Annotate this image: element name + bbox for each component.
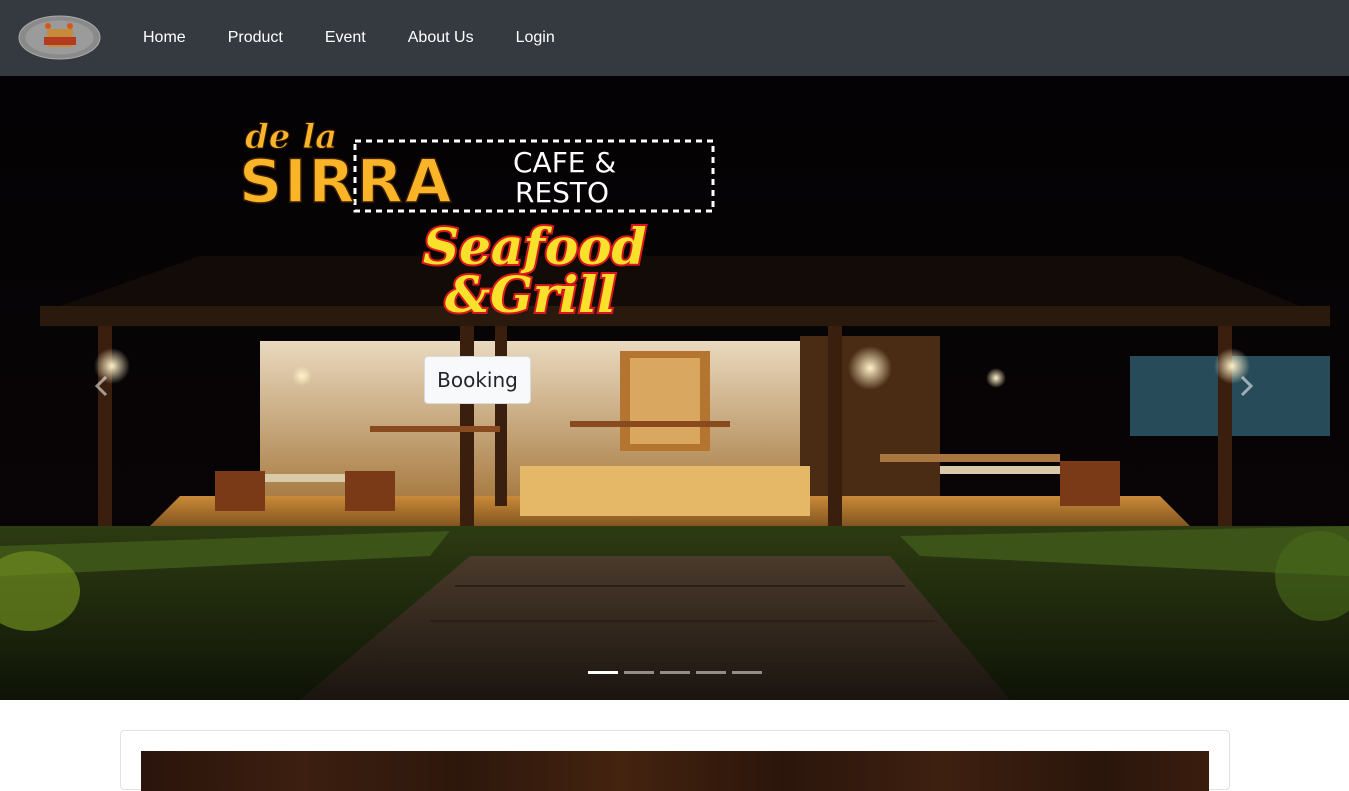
- nav-login[interactable]: Login: [495, 29, 576, 47]
- chevron-right-icon: [1240, 375, 1254, 397]
- nav-home[interactable]: Home: [122, 29, 207, 47]
- carousel-next-button[interactable]: [1232, 366, 1262, 406]
- logo-line3a: CAFE &: [513, 146, 616, 179]
- wood-banner-image: [141, 751, 1209, 791]
- carousel-indicator-1[interactable]: [588, 671, 618, 674]
- booking-button[interactable]: Booking: [424, 356, 531, 404]
- logo-line3b: RESTO: [515, 176, 609, 209]
- nav-links: Home Product Event About Us Login: [122, 0, 576, 76]
- logo-tag2: &Grill: [445, 265, 616, 324]
- brand-logo[interactable]: [18, 15, 101, 60]
- chevron-left-icon: [94, 375, 108, 397]
- carousel-indicators: [588, 671, 768, 674]
- carousel-indicator-2[interactable]: [624, 671, 654, 674]
- nav-event[interactable]: Event: [304, 29, 387, 47]
- carousel-prev-button[interactable]: [86, 366, 116, 406]
- carousel-indicator-3[interactable]: [660, 671, 690, 674]
- nav-product[interactable]: Product: [207, 29, 304, 47]
- logo-line2: SIRRA: [239, 147, 453, 217]
- nav-about-us[interactable]: About Us: [387, 29, 495, 47]
- navbar: Home Product Event About Us Login: [0, 0, 1349, 76]
- content-card: [120, 730, 1230, 791]
- hero-carousel: de la SIRRA CAFE & RESTO Seafood &Grill …: [0, 76, 1349, 700]
- restaurant-logo: de la SIRRA CAFE & RESTO Seafood &Grill: [238, 117, 715, 326]
- carousel-indicator-5[interactable]: [732, 671, 762, 674]
- carousel-indicator-4[interactable]: [696, 671, 726, 674]
